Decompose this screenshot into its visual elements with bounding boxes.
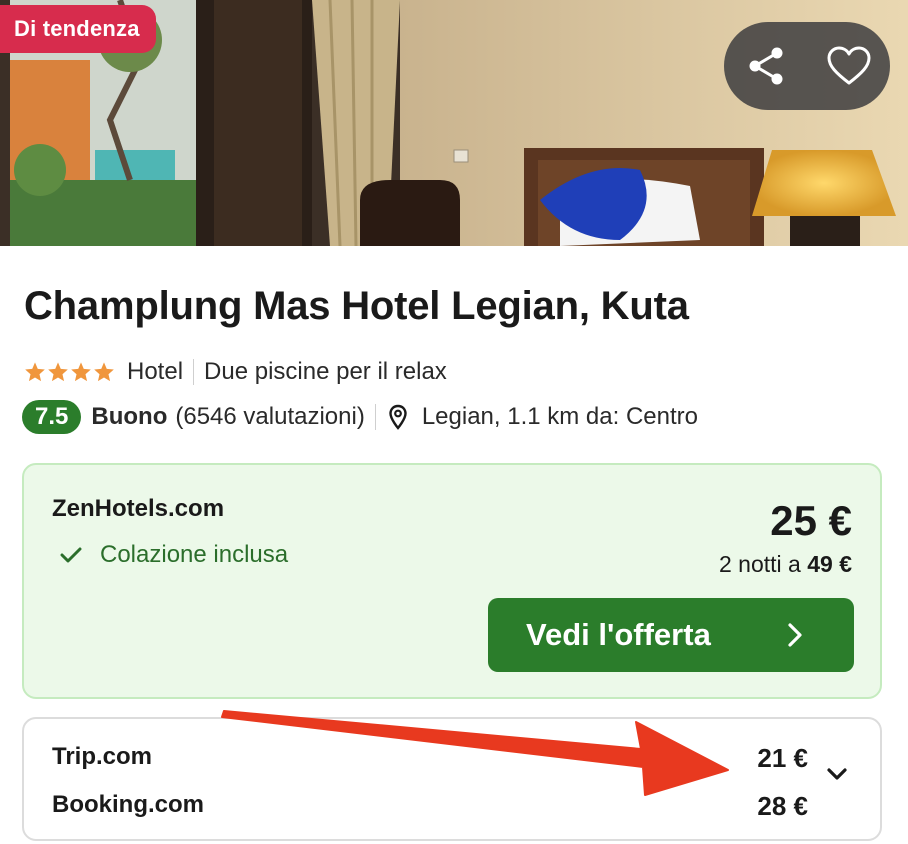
other-offers-card[interactable]: Trip.com 21 € Booking.com 28 € bbox=[22, 717, 882, 841]
trending-badge: Di tendenza bbox=[0, 5, 156, 53]
nights-total: 49 € bbox=[807, 551, 852, 577]
hotel-type: Hotel bbox=[127, 358, 184, 385]
hotel-name[interactable]: Champlung Mas Hotel Legian, Kuta bbox=[24, 284, 689, 329]
divider bbox=[193, 359, 195, 385]
other-offer-provider[interactable]: Booking.com bbox=[52, 791, 204, 819]
view-offer-label: Vedi l'offerta bbox=[526, 617, 711, 652]
share-button[interactable] bbox=[724, 22, 807, 110]
other-offer-price[interactable]: 28 € bbox=[757, 791, 808, 822]
star-rating bbox=[24, 361, 115, 383]
hotel-location[interactable]: Legian, 1.1 km da: Centro bbox=[422, 403, 698, 431]
offer-price: 25 € bbox=[770, 497, 852, 544]
hotel-highlight: Due piscine per il relax bbox=[204, 358, 447, 385]
divider bbox=[374, 404, 376, 430]
photo-actions bbox=[724, 22, 890, 110]
main-offer-card[interactable]: ZenHotels.com Colazione inclusa 25 € 2 n… bbox=[22, 463, 882, 699]
review-count[interactable]: (6546 valutazioni) bbox=[175, 403, 364, 431]
check-icon bbox=[60, 547, 82, 563]
other-offer-price[interactable]: 21 € bbox=[757, 743, 808, 774]
star-icon bbox=[25, 362, 45, 382]
favorite-button[interactable] bbox=[807, 22, 890, 110]
offer-total-price: 2 notti a 49 € bbox=[719, 551, 852, 578]
view-offer-button[interactable]: Vedi l'offerta bbox=[488, 598, 854, 672]
heart-icon bbox=[827, 46, 870, 85]
hotel-photo[interactable]: Di tendenza bbox=[0, 0, 908, 246]
expand-offers-button[interactable] bbox=[826, 767, 848, 786]
other-offer-provider[interactable]: Trip.com bbox=[52, 743, 152, 771]
offer-perk: Colazione inclusa bbox=[60, 541, 288, 569]
offer-provider: ZenHotels.com bbox=[52, 495, 225, 522]
star-icon bbox=[71, 362, 91, 382]
star-icon bbox=[94, 362, 114, 382]
breakfast-included-label: Colazione inclusa bbox=[100, 541, 289, 568]
nights-label: 2 notti a bbox=[719, 551, 808, 577]
rating-score-badge[interactable]: 7.5 bbox=[22, 400, 82, 434]
hotel-meta-row: Hotel Due piscine per il relax bbox=[24, 356, 447, 388]
share-icon bbox=[749, 47, 782, 85]
star-icon bbox=[48, 362, 68, 382]
location-pin-icon bbox=[388, 404, 408, 430]
chevron-down-icon bbox=[827, 768, 847, 780]
chevron-right-icon bbox=[788, 623, 802, 647]
rating-label[interactable]: Buono bbox=[91, 403, 167, 431]
hotel-rating-row: 7.5 Buono (6546 valutazioni) Legian, 1.1… bbox=[22, 399, 698, 435]
